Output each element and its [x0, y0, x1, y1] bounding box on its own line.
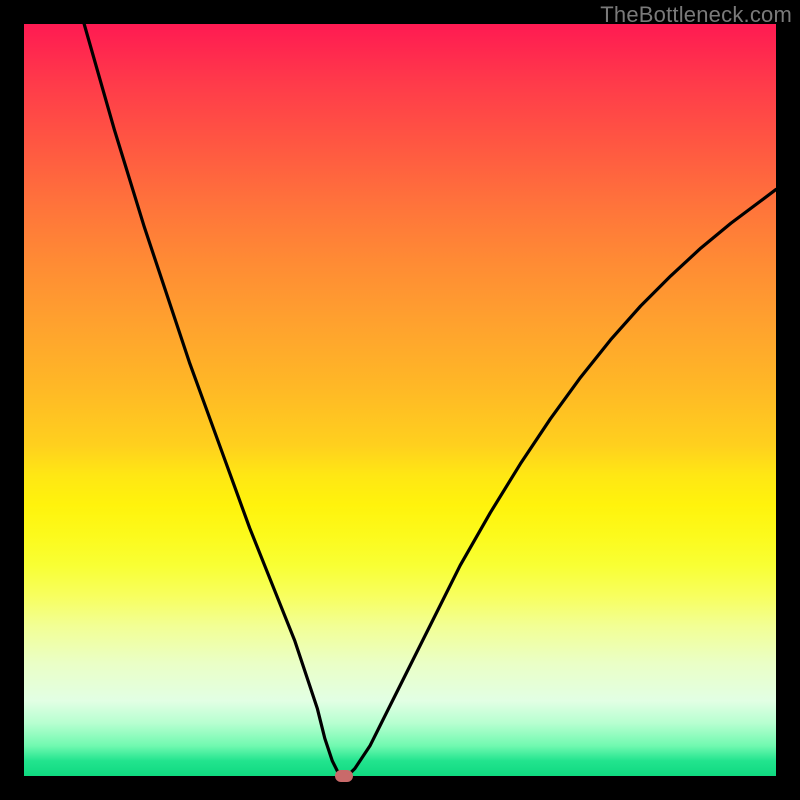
watermark-text: TheBottleneck.com	[600, 2, 792, 28]
optimum-marker	[335, 770, 353, 782]
chart-frame: TheBottleneck.com	[0, 0, 800, 800]
bottleneck-curve	[24, 24, 776, 776]
plot-area	[24, 24, 776, 776]
